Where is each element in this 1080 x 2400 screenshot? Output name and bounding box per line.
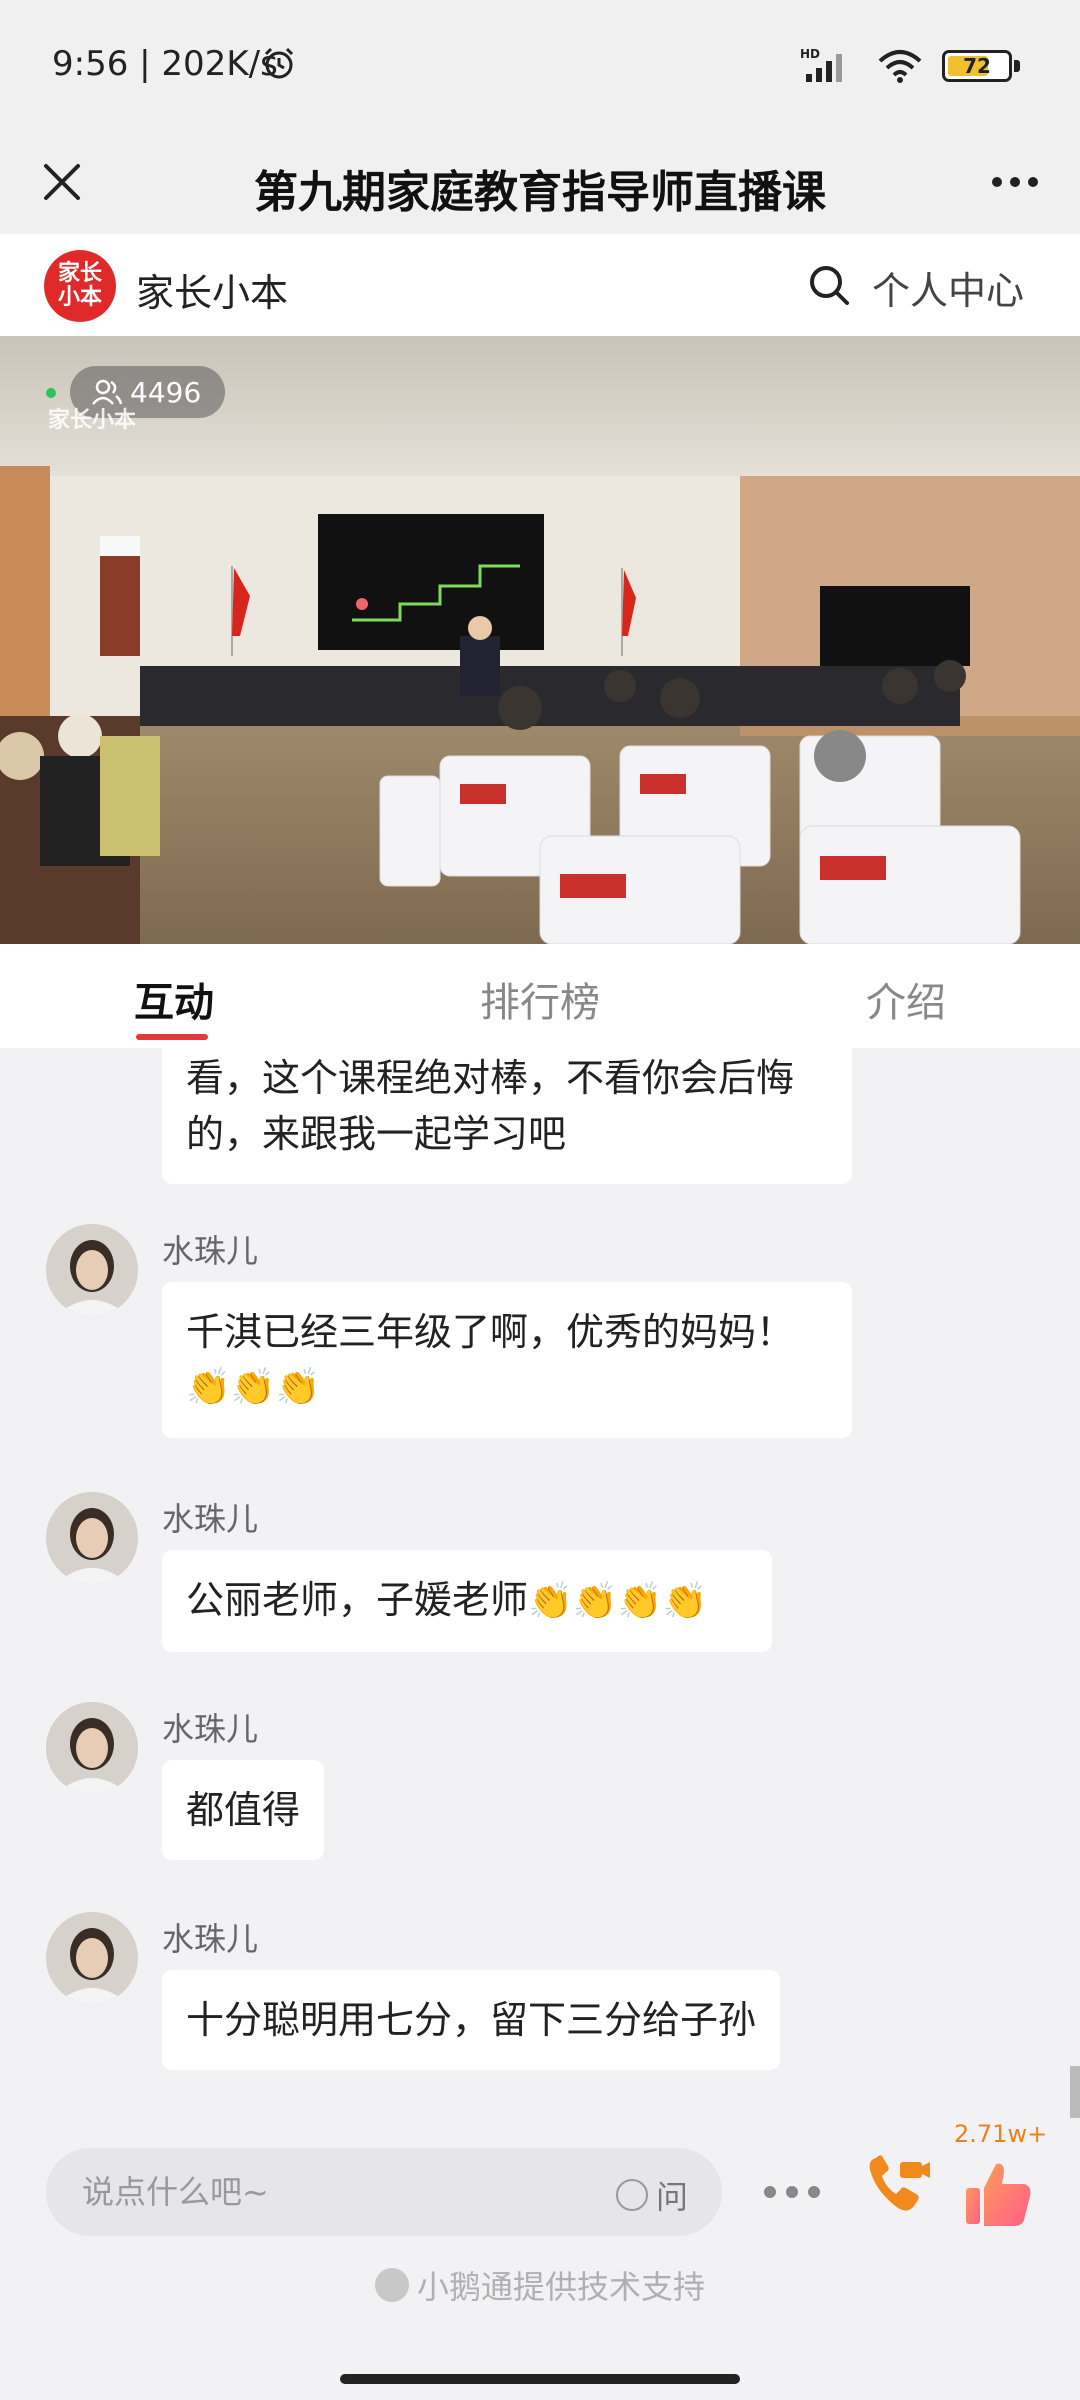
- tech-support-text: 小鹅通提供技术支持: [416, 2268, 705, 2306]
- clap-emoji: 👏👏👏: [186, 1367, 321, 1408]
- avatar-image: [46, 1702, 138, 1794]
- logo-text-line2: 小本: [57, 285, 102, 310]
- battery-icon: 72: [942, 50, 1012, 82]
- signal-icon: HD: [800, 47, 842, 82]
- avatar-image: [46, 1224, 138, 1316]
- like-count: 2.71w+: [954, 2120, 1048, 2148]
- message-text: 的，来跟我一起学习吧: [186, 1112, 567, 1156]
- more-options-button[interactable]: [980, 150, 1050, 214]
- live-video-player[interactable]: 4496 家长小本: [0, 336, 1080, 944]
- tab-leaderboard[interactable]: 排行榜: [480, 970, 600, 1028]
- content-tabs: 互动 排行榜 介绍: [0, 944, 1080, 1048]
- avatar-image: [46, 1492, 138, 1584]
- tab-intro[interactable]: 介绍: [866, 970, 946, 1028]
- message-bubble: 都值得: [162, 1760, 325, 1860]
- battery-level: 72: [963, 54, 991, 78]
- personal-center-link[interactable]: 个人中心: [872, 260, 1024, 315]
- clap-emoji: 👏👏👏👏: [528, 1581, 708, 1622]
- more-dot: [1010, 177, 1020, 187]
- battery-cap: [1014, 60, 1020, 72]
- avatar[interactable]: [46, 1912, 138, 2004]
- home-indicator[interactable]: [340, 2374, 740, 2384]
- more-dot: [992, 177, 1002, 187]
- chat-scrollbar[interactable]: [1070, 2066, 1080, 2118]
- video-call-icon[interactable]: [862, 2148, 932, 2218]
- title-bar: 第九期家庭教育指导师直播课: [0, 130, 1080, 234]
- message-bubble: 十分聪明用七分，留下三分给子孙: [162, 1970, 781, 2070]
- message-bubble: 千淇已经三年级了啊，优秀的妈妈！ 👏👏👏: [162, 1282, 852, 1438]
- video-frame: [0, 336, 1080, 944]
- active-tab-indicator: [136, 1034, 208, 1040]
- avatar[interactable]: [46, 1224, 138, 1316]
- viewer-count: 4496: [130, 375, 202, 409]
- sender-name: 水珠儿: [162, 1710, 259, 1748]
- dot-icon: [764, 2186, 776, 2198]
- logo-text-line1: 家长: [57, 261, 102, 286]
- message-text: 看，这个课程绝对棒，不看你会后悔: [186, 1056, 795, 1100]
- wifi-icon: [878, 50, 922, 83]
- message-bubble: 公丽老师，子媛老师👏👏👏👏: [162, 1550, 772, 1652]
- ask-checkbox[interactable]: [615, 2179, 648, 2211]
- sender-name: 水珠儿: [162, 1500, 259, 1538]
- avatar-image: [46, 1912, 138, 2004]
- alarm-icon: [264, 47, 294, 79]
- avatar[interactable]: [46, 1702, 138, 1794]
- search-icon[interactable]: [806, 262, 852, 308]
- svg-text:HD: HD: [800, 47, 820, 61]
- message-text: 都值得: [186, 1788, 301, 1832]
- video-watermark: 家长小本: [48, 408, 137, 433]
- ask-question-toggle[interactable]: 问: [615, 2172, 688, 2218]
- channel-header: 家长 小本 家长小本 个人中心: [0, 234, 1080, 336]
- sender-name: 水珠儿: [162, 1232, 259, 1270]
- message-text: 公丽老师，子媛老师: [186, 1578, 529, 1622]
- bottom-bar: 问 2.71w+ 小鹅通提供技术支持: [0, 2120, 1080, 2358]
- chat-list[interactable]: 看，这个课程绝对棒，不看你会后悔 的，来跟我一起学习吧 水珠儿 千淇已经三年级了…: [0, 1048, 1080, 2120]
- brand-logo[interactable]: 家长 小本: [44, 250, 116, 322]
- dot-icon: [786, 2186, 798, 2198]
- tab-interaction[interactable]: 互动: [134, 970, 214, 1028]
- xiaoe-logo-icon: [374, 2268, 409, 2302]
- brand-name[interactable]: 家长小本: [136, 262, 288, 317]
- avatar[interactable]: [46, 1492, 138, 1584]
- status-time: 9:56 | 202K/s: [52, 44, 278, 84]
- message-text: 十分聪明用七分，留下三分给子孙: [186, 1998, 757, 2042]
- comment-input-box[interactable]: 问: [46, 2148, 722, 2236]
- thumbs-up-icon[interactable]: [962, 2158, 1034, 2230]
- more-actions-button[interactable]: [764, 2172, 820, 2212]
- message-bubble: 看，这个课程绝对棒，不看你会后悔 的，来跟我一起学习吧: [162, 1048, 852, 1184]
- page-title: 第九期家庭教育指导师直播课: [254, 167, 826, 218]
- dot-icon: [808, 2186, 820, 2198]
- system-nav-bar: [0, 2358, 1080, 2400]
- status-icons: HD 72: [800, 46, 1020, 86]
- more-dot: [1028, 177, 1038, 187]
- tech-support-footer: 小鹅通提供技术支持: [0, 2262, 1080, 2308]
- ask-label: 问: [655, 2178, 688, 2216]
- message-text: 千淇已经三年级了啊，优秀的妈妈！: [186, 1310, 795, 1354]
- sender-name: 水珠儿: [162, 1920, 259, 1958]
- status-bar: 9:56 | 202K/s HD 72: [0, 0, 1080, 130]
- comment-input[interactable]: [82, 2148, 582, 2236]
- live-indicator: [46, 388, 56, 398]
